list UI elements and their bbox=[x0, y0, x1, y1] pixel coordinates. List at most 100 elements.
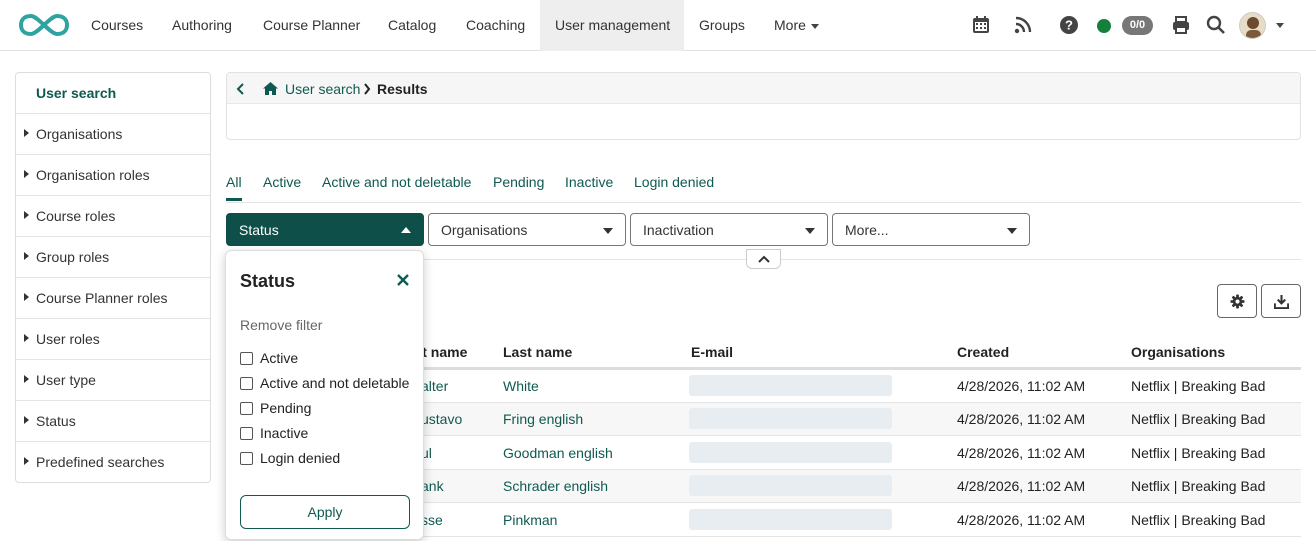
nav-more[interactable]: More bbox=[759, 0, 834, 51]
collapse-filters-button[interactable] bbox=[746, 249, 781, 269]
nav-coaching[interactable]: Coaching bbox=[451, 0, 540, 51]
nav-courses[interactable]: Courses bbox=[76, 0, 158, 51]
caret-right-icon bbox=[24, 334, 29, 342]
nav-user-management[interactable]: User management bbox=[540, 0, 684, 51]
sidebar-item-user-search[interactable]: User search bbox=[16, 73, 210, 114]
tab-pending[interactable]: Pending bbox=[493, 174, 544, 190]
checkbox[interactable] bbox=[240, 402, 253, 415]
popup-title: Status bbox=[240, 271, 296, 291]
status-option-active[interactable]: Active bbox=[240, 350, 298, 366]
rss-icon[interactable] bbox=[1013, 15, 1033, 35]
created-cell: 4/28/2026, 11:02 AM bbox=[957, 445, 1086, 461]
sidebar-item-predefined-searches[interactable]: Predefined searches bbox=[16, 442, 210, 483]
chevron-up-icon bbox=[758, 255, 770, 263]
sidebar-item-label: Group roles bbox=[36, 249, 110, 265]
caret-down-icon bbox=[1007, 228, 1017, 234]
nav-catalog[interactable]: Catalog bbox=[373, 0, 451, 51]
sidebar-item-user-roles[interactable]: User roles bbox=[16, 319, 210, 360]
option-label: Active and not deletable bbox=[260, 375, 410, 391]
option-label: Inactive bbox=[260, 425, 309, 441]
caret-right-icon bbox=[24, 129, 29, 137]
created-cell: 4/28/2026, 11:02 AM bbox=[957, 512, 1086, 528]
last-name-cell[interactable]: White bbox=[503, 378, 539, 394]
email-cell-blurred bbox=[689, 375, 892, 396]
status-option-login-denied[interactable]: Login denied bbox=[240, 450, 340, 466]
checkbox[interactable] bbox=[240, 452, 253, 465]
last-name-cell[interactable]: Goodman english bbox=[503, 445, 613, 461]
sidebar-item-course-roles[interactable]: Course roles bbox=[16, 196, 210, 237]
notification-badge[interactable]: 0/0 bbox=[1122, 16, 1153, 35]
status-option-pending[interactable]: Pending bbox=[240, 400, 311, 416]
filter-label: Status bbox=[239, 222, 279, 238]
organisations-cell: Netflix | Breaking Bad bbox=[1131, 378, 1266, 394]
logo-infinity-icon[interactable] bbox=[18, 12, 70, 38]
status-option-inactive[interactable]: Inactive bbox=[240, 425, 308, 441]
caret-right-icon bbox=[24, 375, 29, 383]
status-filter-popup: Status Remove filter Active Active and n… bbox=[225, 250, 424, 540]
tab-all[interactable]: All bbox=[226, 174, 242, 190]
sidebar-item-user-type[interactable]: User type bbox=[16, 360, 210, 401]
col-last-name[interactable]: Last name bbox=[503, 344, 572, 360]
sidebar-item-group-roles[interactable]: Group roles bbox=[16, 237, 210, 278]
user-menu-chevron-icon[interactable] bbox=[1276, 23, 1284, 28]
organisations-cell: Netflix | Breaking Bad bbox=[1131, 512, 1266, 528]
help-icon[interactable]: ? bbox=[1059, 15, 1079, 35]
col-created[interactable]: Created bbox=[957, 344, 1009, 360]
sidebar-item-course-planner-roles[interactable]: Course Planner roles bbox=[16, 278, 210, 319]
tab-inactive[interactable]: Inactive bbox=[565, 174, 613, 190]
apply-button[interactable]: Apply bbox=[240, 495, 410, 529]
last-name-cell[interactable]: Fring english bbox=[503, 411, 583, 427]
breadcrumb-user-search[interactable]: User search bbox=[285, 81, 360, 97]
sidebar-item-label: Organisation roles bbox=[36, 167, 150, 183]
last-name-cell[interactable]: Schrader english bbox=[503, 478, 608, 494]
gear-icon bbox=[1230, 294, 1245, 309]
tab-active[interactable]: Active bbox=[263, 174, 301, 190]
status-option-active-not-deletable[interactable]: Active and not deletable bbox=[240, 375, 409, 391]
download-button[interactable] bbox=[1261, 284, 1301, 318]
filter-more-button[interactable]: More... bbox=[832, 213, 1030, 246]
sidebar-item-organisations[interactable]: Organisations bbox=[16, 114, 210, 155]
filter-status-button[interactable]: Status bbox=[226, 213, 424, 246]
nav-groups[interactable]: Groups bbox=[684, 0, 760, 51]
nav-course-planner[interactable]: Course Planner bbox=[248, 0, 375, 51]
home-icon[interactable] bbox=[262, 81, 279, 96]
tab-login-denied[interactable]: Login denied bbox=[634, 174, 714, 190]
close-icon[interactable] bbox=[396, 273, 410, 287]
filter-label: Organisations bbox=[441, 222, 528, 238]
sidebar-item-label: User type bbox=[36, 372, 96, 388]
search-icon[interactable] bbox=[1206, 15, 1226, 35]
first-name-cell[interactable]: ustavo bbox=[421, 411, 462, 427]
organisations-cell: Netflix | Breaking Bad bbox=[1131, 478, 1266, 494]
filter-organisations-button[interactable]: Organisations bbox=[428, 213, 626, 246]
avatar[interactable] bbox=[1239, 12, 1266, 39]
tab-active-not-deletable[interactable]: Active and not deletable bbox=[322, 174, 471, 190]
print-icon[interactable] bbox=[1171, 15, 1191, 35]
col-email[interactable]: E-mail bbox=[691, 344, 733, 360]
col-organisations[interactable]: Organisations bbox=[1131, 344, 1225, 360]
filter-inactivation-button[interactable]: Inactivation bbox=[630, 213, 828, 246]
created-cell: 4/28/2026, 11:02 AM bbox=[957, 411, 1086, 427]
remove-filter-link[interactable]: Remove filter bbox=[240, 317, 322, 333]
breadcrumb-separator-icon bbox=[364, 83, 371, 95]
checkbox[interactable] bbox=[240, 352, 253, 365]
sidebar-item-label: User roles bbox=[36, 331, 100, 347]
option-label: Pending bbox=[260, 400, 312, 416]
last-name-cell[interactable]: Pinkman bbox=[503, 512, 557, 528]
table-settings-button[interactable] bbox=[1217, 284, 1257, 318]
organisations-cell: Netflix | Breaking Bad bbox=[1131, 411, 1266, 427]
first-name-cell[interactable]: alter bbox=[421, 378, 448, 394]
first-name-cell[interactable]: ank bbox=[421, 478, 444, 494]
sidebar-item-label: Predefined searches bbox=[36, 454, 165, 470]
checkbox[interactable] bbox=[240, 427, 253, 440]
sidebar-title: User search bbox=[36, 85, 117, 101]
back-chevron-icon[interactable] bbox=[235, 82, 247, 96]
nav-authoring[interactable]: Authoring bbox=[157, 0, 247, 51]
sidebar-item-organisation-roles[interactable]: Organisation roles bbox=[16, 155, 210, 196]
online-status-dot[interactable] bbox=[1097, 19, 1111, 33]
caret-up-icon bbox=[401, 227, 411, 233]
option-label: Active bbox=[260, 350, 299, 366]
checkbox[interactable] bbox=[240, 377, 253, 390]
sidebar-item-status[interactable]: Status bbox=[16, 401, 210, 442]
calendar-icon[interactable] bbox=[971, 15, 991, 35]
first-name-cell[interactable]: sse bbox=[421, 512, 443, 528]
